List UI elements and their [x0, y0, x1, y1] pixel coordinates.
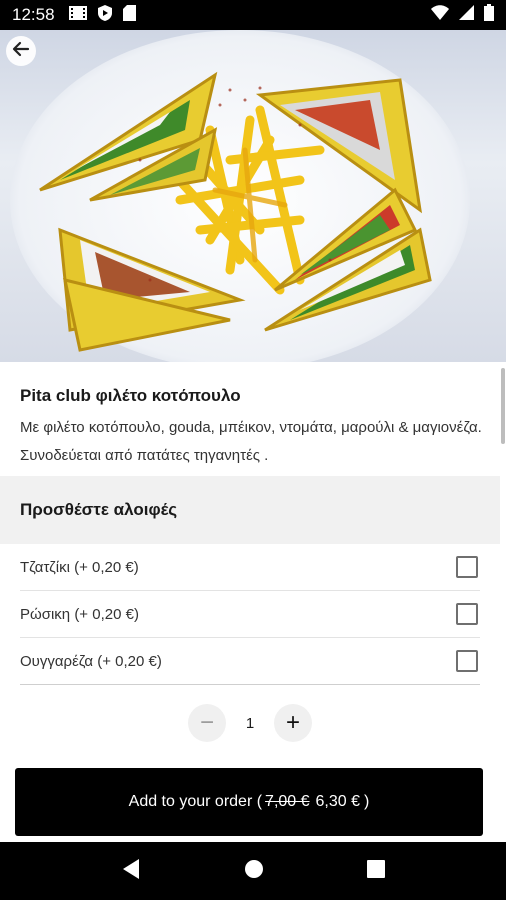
item-title: Pita club φιλέτο κοτόπουλο	[20, 386, 241, 405]
extra-option-rosiki[interactable]: Ρώσικη (+ 0,20 €)	[20, 591, 480, 638]
scroll-indicator[interactable]	[501, 368, 505, 444]
order-label-prefix: Add to your order (	[128, 793, 263, 810]
extra-option-tzatziki[interactable]: Τζατζίκι (+ 0,20 €)	[20, 544, 480, 591]
increase-quantity-button[interactable]: +	[274, 704, 312, 742]
order-label-suffix: )	[364, 793, 370, 810]
nav-home-icon[interactable]	[244, 859, 264, 884]
extra-option-label: Ουγγαρέζα (+ 0,20 €)	[20, 652, 162, 670]
extra-option-oungareza[interactable]: Ουγγαρέζα (+ 0,20 €)	[20, 638, 480, 685]
hero-image	[0, 30, 506, 362]
quantity-stepper: − 1 +	[0, 702, 500, 744]
signal-icon	[459, 5, 474, 25]
battery-icon	[484, 4, 494, 26]
extra-option-checkbox[interactable]	[456, 650, 478, 672]
nav-back-icon[interactable]	[121, 858, 141, 885]
nav-recents-icon[interactable]	[366, 859, 385, 883]
film-icon	[68, 5, 87, 25]
extra-option-label: Ρώσικη (+ 0,20 €)	[20, 605, 139, 623]
old-price: 7,00 €	[265, 793, 310, 810]
shield-play-icon	[97, 4, 113, 26]
extra-option-checkbox[interactable]	[456, 603, 478, 625]
wifi-icon	[431, 5, 449, 25]
extra-option-label: Τζατζίκι (+ 0,20 €)	[20, 558, 139, 576]
item-description: Με φιλέτο κοτόπουλο, gouda, μπέικον, ντο…	[20, 419, 482, 464]
back-button[interactable]	[6, 36, 36, 66]
status-time: 12:58	[12, 5, 55, 24]
quantity-value: 1	[245, 714, 255, 732]
extras-section-header: Προσθέστε αλοιφές	[0, 476, 500, 544]
arrow-left-icon	[12, 40, 30, 63]
status-bar: 12:58	[0, 0, 506, 30]
system-nav-bar	[0, 842, 506, 900]
new-price: 6,30 €	[315, 793, 361, 810]
extras-options-list: Τζατζίκι (+ 0,20 €) Ρώσικη (+ 0,20 €) Ου…	[0, 544, 500, 685]
sd-card-icon	[122, 4, 136, 26]
add-to-order-button[interactable]: Add to your order ( 7,00 € 6,30 € )	[15, 768, 483, 836]
extra-option-checkbox[interactable]	[456, 556, 478, 578]
decrease-quantity-button[interactable]: −	[188, 704, 226, 742]
